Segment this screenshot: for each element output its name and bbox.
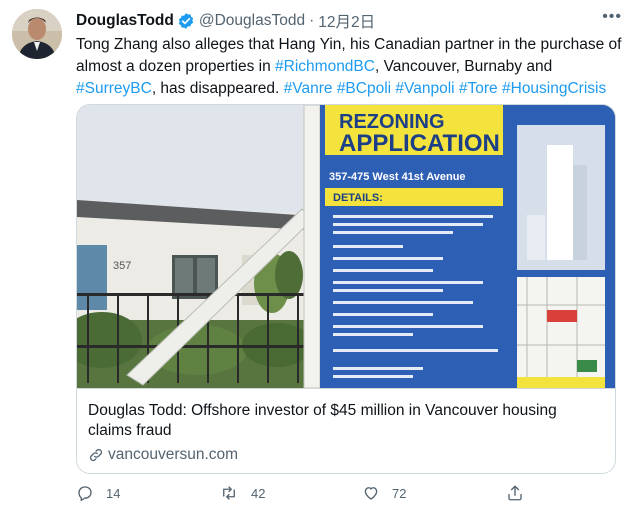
link-preview-card[interactable]: 357 REZONING APPLICATION 357-475 West 41… (76, 104, 616, 474)
tweet-header: DouglasTodd @DouglasTodd · 12月2日 ••• (76, 8, 628, 32)
card-domain: vancouversun.com (88, 446, 238, 464)
card-domain-text: vancouversun.com (108, 446, 239, 463)
author-handle[interactable]: @DouglasTodd (199, 12, 305, 30)
reply-count: 14 (106, 485, 121, 501)
tweet-date[interactable]: 12月2日 (318, 10, 375, 32)
retweet-button[interactable]: 42 (219, 484, 265, 502)
hashtag-link[interactable]: #Vanpoli (395, 80, 454, 97)
avatar[interactable] (12, 9, 62, 59)
link-icon (89, 448, 103, 462)
retweet-icon (223, 486, 235, 500)
card-info: Douglas Todd: Offshore investor of $45 m… (77, 388, 615, 473)
tweet-text-part: , Vancouver, Burnaby and (374, 58, 553, 75)
share-icon (508, 485, 522, 501)
hashtag-link[interactable]: #HousingCrisis (502, 80, 606, 97)
separator-dot: · (309, 12, 315, 29)
hashtag-link[interactable]: #RichmondBC (275, 58, 375, 75)
avatar-photo (12, 9, 62, 59)
verified-badge-icon (177, 12, 195, 30)
sign-title-line-2: APPLICATION (339, 130, 500, 157)
retweet-count: 42 (251, 485, 266, 501)
hashtag-link[interactable]: #SurreyBC (76, 80, 152, 97)
share-button[interactable] (506, 484, 536, 502)
reply-icon (78, 486, 92, 502)
card-title: Douglas Todd: Offshore investor of $45 m… (88, 402, 557, 439)
like-count: 72 (392, 485, 407, 501)
author-name[interactable]: DouglasTodd (76, 12, 174, 30)
hashtag-link[interactable]: #Vanre (284, 80, 333, 97)
tweet-text-part: , has disappeared. (151, 80, 284, 97)
hashtag-link[interactable]: #Tore (459, 80, 498, 97)
house-number: 357 (113, 260, 131, 272)
like-button[interactable]: 72 (362, 484, 406, 502)
card-image: 357 REZONING APPLICATION 357-475 West 41… (77, 105, 615, 388)
reply-button[interactable]: 14 (76, 484, 120, 502)
sign-details-label: DETAILS: (333, 192, 383, 204)
heart-icon (364, 487, 378, 500)
more-options-icon[interactable]: ••• (602, 8, 622, 26)
sign-address: 357-475 West 41st Avenue (329, 171, 466, 183)
tweet-text: Tong Zhang also alleges that Hang Yin, h… (76, 34, 628, 100)
hashtag-link[interactable]: #BCpoli (337, 80, 391, 97)
action-bar: 14 42 72 (76, 484, 536, 506)
